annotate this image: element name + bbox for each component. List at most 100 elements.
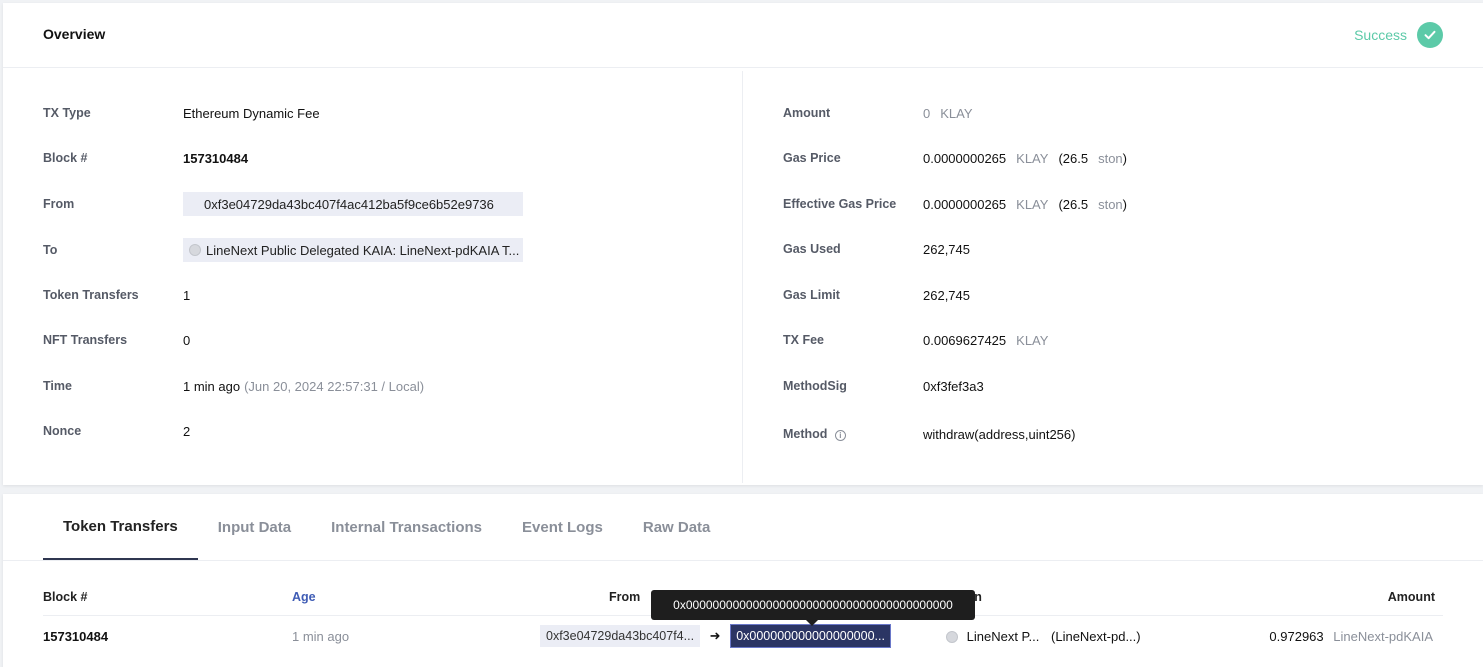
- row-token-name[interactable]: LineNext P...: [967, 629, 1040, 644]
- tx-type-label: TX Type: [43, 106, 91, 120]
- from-address-chip[interactable]: 0xf3e04729da43bc407f4ac412ba5f9ce6b52e97…: [183, 192, 523, 216]
- tx-type-row: TX Type Ethereum Dynamic Fee: [43, 101, 320, 125]
- gas-price-unit: KLAY: [1016, 150, 1049, 166]
- block-label: Block #: [43, 151, 88, 165]
- time-label: Time: [43, 379, 72, 393]
- method-label-wrap: Method i: [783, 427, 923, 441]
- status-text: Success: [1354, 27, 1407, 43]
- amount-number: 0: [923, 105, 931, 121]
- tab-internal-transactions[interactable]: Internal Transactions: [311, 494, 502, 560]
- tx-fee-label: TX Fee: [783, 333, 824, 347]
- tx-fee-row: TX Fee 0.0069627425 KLAY: [783, 328, 1048, 352]
- method-sig-row: MethodSig 0xf3fef3a3: [783, 374, 984, 398]
- to-address[interactable]: LineNext Public Delegated KAIA: LineNext…: [206, 243, 519, 258]
- time-absolute: (Jun 20, 2024 22:57:31 / Local): [244, 378, 425, 394]
- token-transfers-value: 1: [183, 287, 191, 303]
- amount-row: Amount 0 KLAY: [783, 101, 973, 125]
- row-amount: 0.972963 LineNext-pdKAIA: [1182, 615, 1443, 657]
- info-icon[interactable]: i: [834, 430, 846, 441]
- effective-gas-price-value: 0.0000000265 KLAY (26.5 ston ): [923, 197, 1127, 212]
- gas-price-number: 0.0000000265: [923, 150, 1007, 166]
- method-sig-value: 0xf3fef3a3: [923, 378, 984, 394]
- status-indicator: Success: [1354, 22, 1443, 48]
- table-row: 157310484 1 min ago 0xf3e04729da43bc407f…: [43, 615, 1443, 657]
- gas-price-label: Gas Price: [783, 151, 841, 165]
- effective-gas-price-row: Effective Gas Price 0.0000000265 KLAY (2…: [783, 192, 1127, 216]
- tx-fee-number: 0.0069627425: [923, 332, 1007, 348]
- header-age[interactable]: Age: [292, 579, 522, 616]
- tab-input-data[interactable]: Input Data: [198, 494, 311, 560]
- token-transfers-row: Token Transfers 1: [43, 283, 190, 307]
- gas-used-label: Gas Used: [783, 242, 841, 256]
- header-block: Block #: [43, 579, 292, 616]
- from-address[interactable]: 0xf3e04729da43bc407f4ac412ba5f9ce6b52e97…: [189, 197, 494, 212]
- row-from-address[interactable]: 0xf3e04729da43bc407f4...: [540, 625, 701, 648]
- row-token-symbol: (LineNext-pd...): [1051, 628, 1141, 644]
- effective-gas-price-unit: KLAY: [1016, 196, 1049, 212]
- tab-bar: Token Transfers Input Data Internal Tran…: [43, 494, 730, 560]
- column-divider: [742, 71, 743, 483]
- from-row: From 0xf3e04729da43bc407f4ac412ba5f9ce6b…: [43, 192, 523, 216]
- nft-transfers-label: NFT Transfers: [43, 333, 128, 347]
- method-value: withdraw(address,uint256): [923, 426, 1076, 442]
- amount-unit: KLAY: [940, 105, 973, 121]
- overview-card: Overview Success TX Type Ethereum Dynami…: [3, 3, 1483, 485]
- tx-fee-value: 0.0069627425 KLAY: [923, 333, 1048, 348]
- gas-limit-row: Gas Limit 262,745: [783, 283, 970, 307]
- effective-gas-price-ston-unit: ston: [1098, 196, 1123, 212]
- method-label: Method: [783, 427, 828, 441]
- details-tabs-card: Token Transfers Input Data Internal Tran…: [3, 494, 1483, 667]
- overview-title: Overview: [43, 26, 106, 42]
- time-row: Time 1 min ago (Jun 20, 2024 22:57:31 / …: [43, 374, 424, 398]
- gas-price-value: 0.0000000265 KLAY (26.5 ston ): [923, 151, 1127, 166]
- gas-price-row: Gas Price 0.0000000265 KLAY (26.5 ston ): [783, 146, 1127, 170]
- from-label: From: [43, 197, 75, 211]
- header-amount: Amount: [1182, 579, 1443, 616]
- row-block[interactable]: 157310484: [43, 615, 292, 657]
- arrow-right-icon: ➜: [709, 628, 721, 644]
- address-tooltip: 0x00000000000000000000000000000000000000…: [651, 590, 975, 626]
- nft-transfers-row: NFT Transfers 0: [43, 328, 190, 352]
- tx-type-value: Ethereum Dynamic Fee: [183, 105, 320, 121]
- tab-raw-data[interactable]: Raw Data: [623, 494, 731, 560]
- to-row: To LineNext Public Delegated KAIA: LineN…: [43, 238, 523, 262]
- to-address-chip[interactable]: LineNext Public Delegated KAIA: LineNext…: [183, 238, 523, 262]
- effective-gas-price-number: 0.0000000265: [923, 196, 1007, 212]
- amount-label: Amount: [783, 106, 831, 120]
- effective-gas-price-ston-close: ): [1122, 196, 1127, 212]
- block-value[interactable]: 157310484: [183, 151, 248, 166]
- to-label: To: [43, 243, 58, 257]
- effective-gas-price-label: Effective Gas Price: [783, 197, 897, 211]
- time-value: 1 min ago (Jun 20, 2024 22:57:31 / Local…: [183, 379, 424, 394]
- row-amount-unit: LineNext-pdKAIA: [1333, 628, 1433, 644]
- token-logo-icon: [946, 631, 958, 644]
- gas-used-row: Gas Used 262,745: [783, 237, 970, 261]
- nonce-value: 2: [183, 423, 191, 439]
- row-token[interactable]: LineNext P... (LineNext-pd...): [932, 615, 1182, 657]
- overview-header: Overview Success: [3, 3, 1483, 68]
- contract-logo-icon: [189, 244, 201, 256]
- gas-limit-label: Gas Limit: [783, 288, 840, 302]
- tab-event-logs[interactable]: Event Logs: [502, 494, 623, 560]
- row-age: 1 min ago: [292, 628, 350, 644]
- time-relative: 1 min ago: [183, 378, 241, 394]
- nonce-label: Nonce: [43, 424, 82, 438]
- row-from-to: 0xf3e04729da43bc407f4... ➜ 0x00000000000…: [522, 615, 932, 657]
- gas-limit-value: 262,745: [923, 287, 970, 303]
- amount-value: 0 KLAY: [923, 106, 973, 121]
- check-icon: [1417, 22, 1443, 48]
- method-row: Method i withdraw(address,uint256): [783, 422, 1075, 446]
- token-transfers-label: Token Transfers: [43, 288, 139, 302]
- gas-price-ston-unit: ston: [1098, 150, 1123, 166]
- row-amount-value: 0.972963: [1269, 628, 1324, 644]
- tab-token-transfers[interactable]: Token Transfers: [43, 494, 198, 560]
- tab-bar-divider: [3, 560, 1483, 561]
- row-to-address[interactable]: 0x000000000000000000...: [730, 624, 891, 649]
- nonce-row: Nonce 2: [43, 419, 190, 443]
- tx-fee-unit: KLAY: [1016, 332, 1049, 348]
- method-sig-label: MethodSig: [783, 379, 847, 393]
- nft-transfers-value: 0: [183, 332, 191, 348]
- gas-price-ston-close: ): [1122, 150, 1127, 166]
- gas-price-ston: (26.5: [1058, 150, 1089, 166]
- gas-used-value: 262,745: [923, 241, 970, 257]
